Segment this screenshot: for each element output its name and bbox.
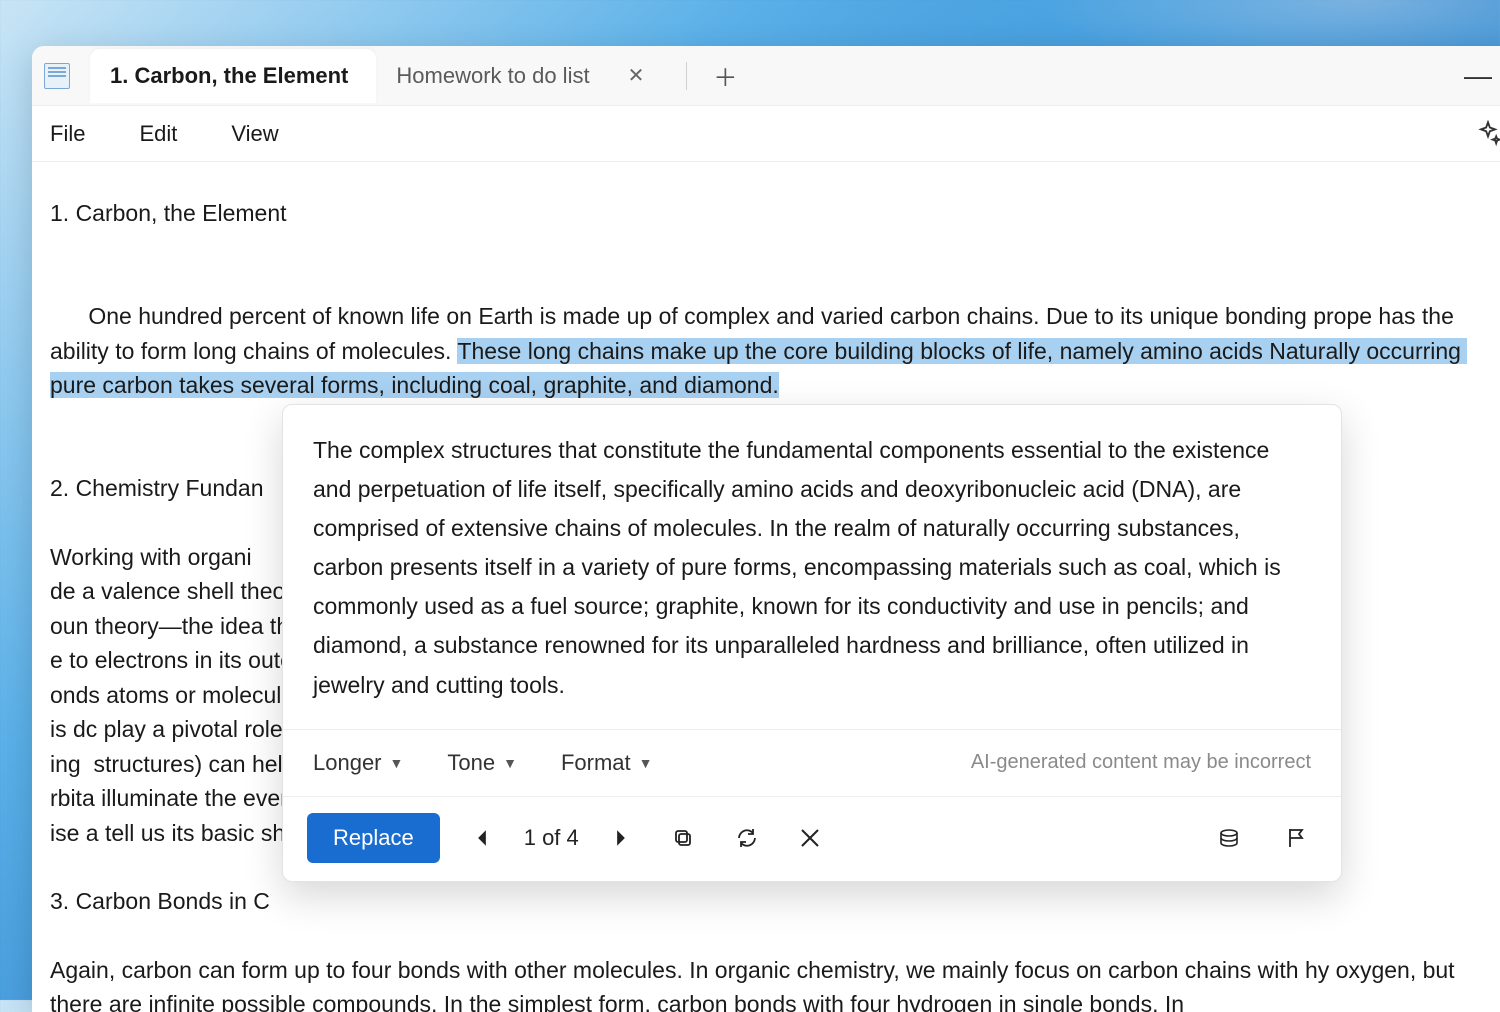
- ai-rewrite-popup: The complex structures that constitute t…: [282, 404, 1342, 882]
- format-label: Format: [561, 750, 631, 776]
- stack-icon[interactable]: [1209, 820, 1249, 856]
- doc-paragraph-3: Again, carbon can form up to four bonds …: [50, 953, 1494, 1012]
- tab-carbon[interactable]: 1. Carbon, the Element: [90, 49, 376, 103]
- minimize-button[interactable]: —: [1464, 60, 1500, 92]
- new-tab-button[interactable]: ＋: [699, 52, 751, 99]
- tone-dropdown[interactable]: Tone ▼: [447, 750, 517, 776]
- close-icon[interactable]: [791, 821, 829, 855]
- app-icon: [44, 63, 70, 89]
- titlebar: 1. Carbon, the Element Homework to do li…: [32, 46, 1500, 106]
- replace-button[interactable]: Replace: [307, 813, 440, 863]
- menu-file[interactable]: File: [50, 121, 85, 147]
- regenerate-icon[interactable]: [727, 820, 767, 856]
- tone-label: Tone: [447, 750, 495, 776]
- doc-heading-1: 1. Carbon, the Element: [50, 196, 1494, 231]
- tab-homework[interactable]: Homework to do list ✕: [376, 49, 678, 103]
- next-suggestion-button[interactable]: [603, 823, 639, 853]
- tab-title: Homework to do list: [396, 63, 589, 89]
- flag-icon[interactable]: [1277, 820, 1317, 856]
- ai-options-row: Longer ▼ Tone ▼ Format ▼ AI-generated co…: [283, 730, 1341, 797]
- tab-title: 1. Carbon, the Element: [110, 63, 348, 89]
- ai-actions-row: Replace 1 of 4: [283, 797, 1341, 881]
- chevron-down-icon: ▼: [503, 755, 517, 771]
- length-dropdown[interactable]: Longer ▼: [313, 750, 403, 776]
- prev-suggestion-button[interactable]: [464, 823, 500, 853]
- pager-text: 1 of 4: [524, 825, 579, 851]
- length-label: Longer: [313, 750, 382, 776]
- close-icon[interactable]: ✕: [622, 61, 651, 90]
- menu-edit[interactable]: Edit: [139, 121, 177, 147]
- chevron-down-icon: ▼: [639, 755, 653, 771]
- notepad-window: 1. Carbon, the Element Homework to do li…: [32, 46, 1500, 1012]
- tab-separator: [686, 62, 687, 90]
- ai-suggestion-text: The complex structures that constitute t…: [283, 405, 1341, 730]
- doc-heading-3: 3. Carbon Bonds in C: [50, 884, 1494, 919]
- menu-view[interactable]: View: [231, 121, 278, 147]
- copy-icon[interactable]: [663, 820, 703, 856]
- ai-sparkle-icon[interactable]: [1474, 120, 1500, 148]
- format-dropdown[interactable]: Format ▼: [561, 750, 653, 776]
- ai-disclaimer: AI-generated content may be incorrect: [971, 751, 1311, 774]
- chevron-down-icon: ▼: [390, 755, 404, 771]
- menubar: File Edit View: [32, 106, 1500, 162]
